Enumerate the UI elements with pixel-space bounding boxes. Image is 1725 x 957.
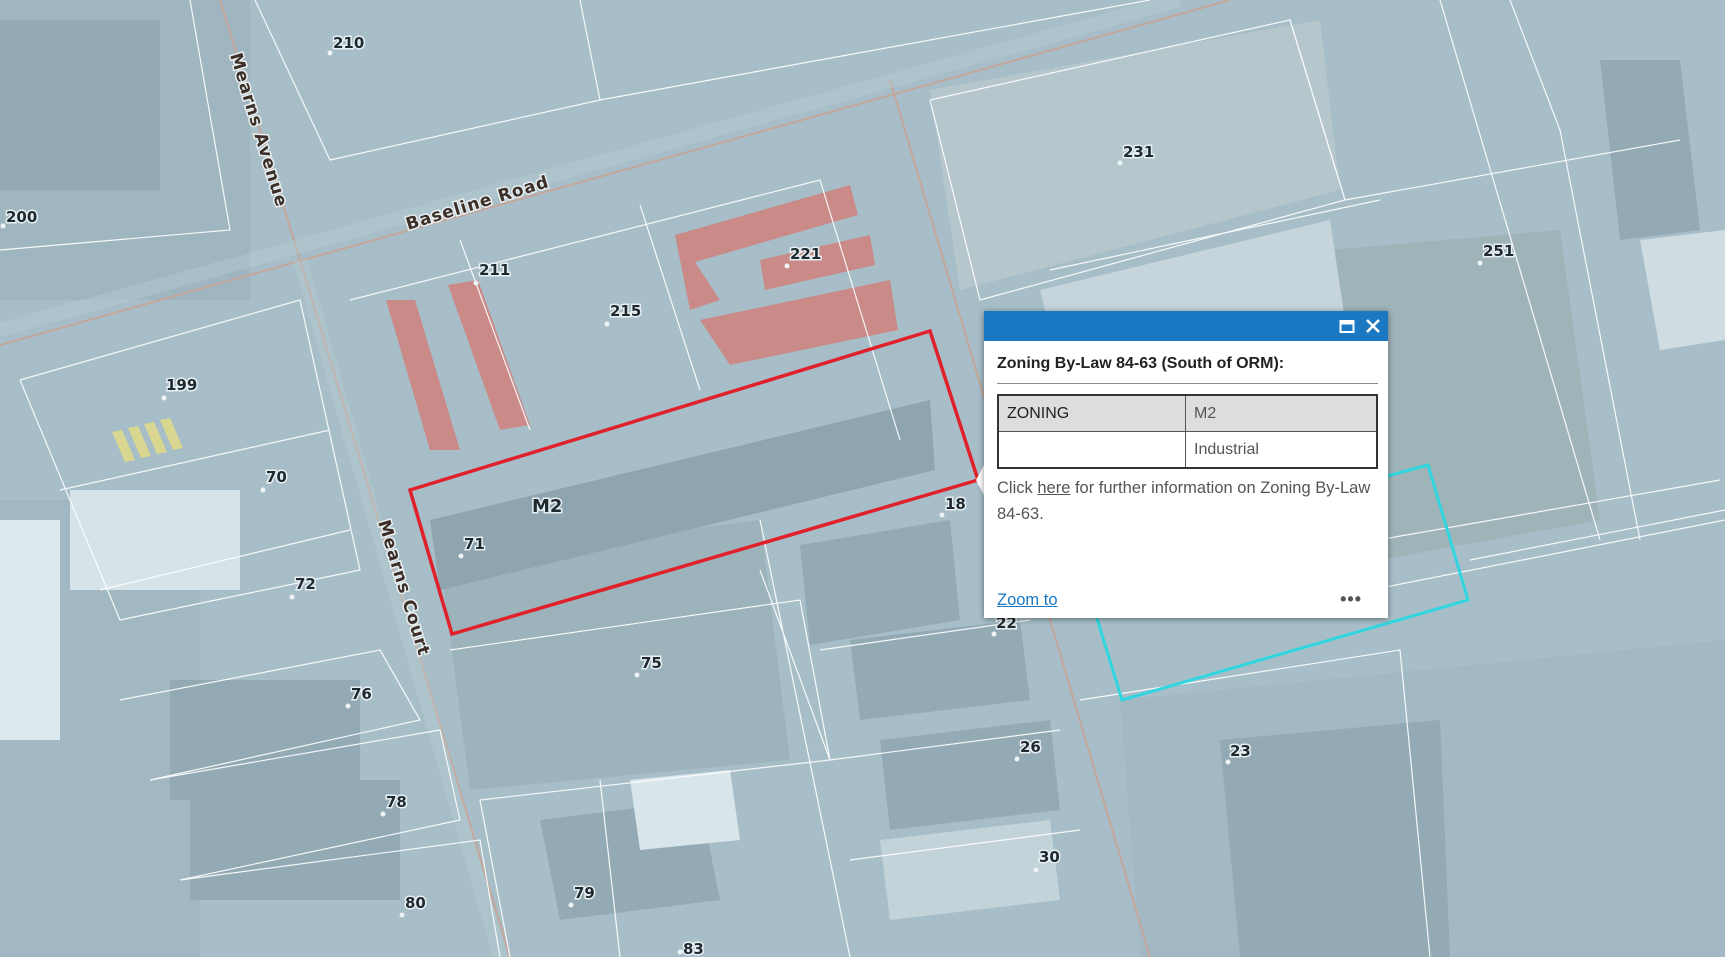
here-link[interactable]: here — [1037, 479, 1070, 497]
popup-title: Zoning By-Law 84-63 (South of ORM): — [997, 355, 1378, 384]
address-label: 79 — [574, 884, 595, 902]
field-name: ZONING — [997, 394, 1186, 432]
popup-body: Zoning By-Law 84-63 (South of ORM): ZONI… — [984, 341, 1388, 527]
field-name — [997, 431, 1186, 469]
field-value: M2 — [1185, 394, 1378, 432]
address-label: 251 — [1483, 242, 1514, 260]
address-label: 75 — [641, 654, 662, 672]
address-label: 30 — [1039, 848, 1060, 866]
zone-label: M2 — [532, 496, 562, 517]
address-label: 210 — [333, 34, 364, 52]
address-label: 76 — [351, 685, 372, 703]
address-label: 18 — [945, 495, 966, 513]
description-prefix: Click — [997, 479, 1038, 497]
attribute-table: ZONING M2 Industrial — [997, 394, 1378, 469]
address-label: 83 — [683, 940, 704, 957]
address-label: 26 — [1020, 738, 1041, 756]
table-row: ZONING M2 — [997, 394, 1378, 432]
address-label: 70 — [266, 468, 287, 486]
address-label: 231 — [1123, 143, 1154, 161]
address-label: 211 — [479, 261, 510, 279]
address-label: 221 — [790, 245, 821, 263]
address-label: 78 — [386, 793, 407, 811]
address-label: 80 — [405, 894, 426, 912]
more-actions-button[interactable]: ••• — [1340, 589, 1362, 610]
popup-description: Click here for further information on Zo… — [997, 475, 1378, 527]
address-label: 23 — [1230, 742, 1251, 760]
popup-header — [984, 311, 1388, 341]
address-label: 71 — [464, 535, 485, 553]
address-label: 215 — [610, 302, 641, 320]
address-label: 72 — [295, 575, 316, 593]
address-label: 200 — [6, 208, 37, 226]
address-label: 199 — [166, 376, 197, 394]
map-canvas[interactable]: Baseline Road Mearns Avenue Mearns Court… — [0, 0, 1725, 957]
feature-popup: Zoning By-Law 84-63 (South of ORM): ZONI… — [984, 311, 1388, 618]
maximize-icon[interactable] — [1336, 315, 1358, 337]
field-value: Industrial — [1185, 431, 1378, 469]
close-icon[interactable] — [1362, 315, 1384, 337]
zoom-to-link[interactable]: Zoom to — [997, 591, 1058, 610]
table-row: Industrial — [997, 431, 1378, 469]
